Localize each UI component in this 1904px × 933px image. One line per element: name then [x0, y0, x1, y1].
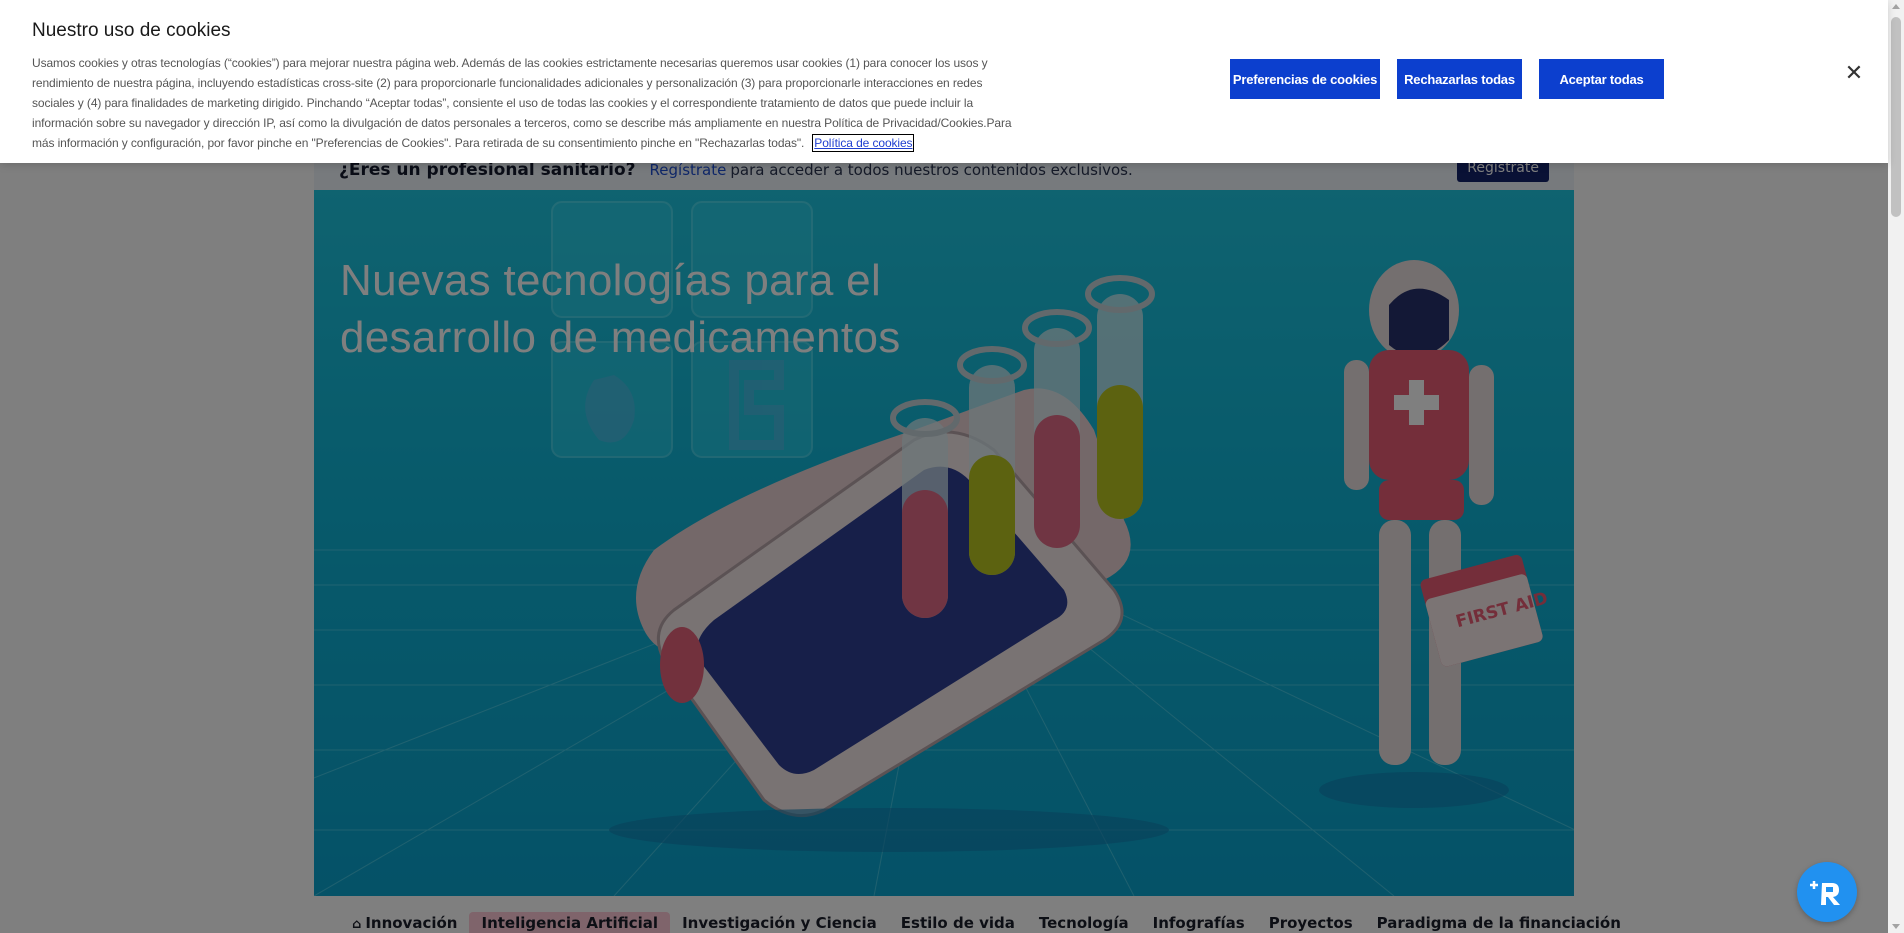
cookie-banner: Nuestro uso de cookies Usamos cookies y …	[0, 0, 1888, 163]
cookie-policy-link[interactable]: Política de cookies	[812, 134, 915, 152]
assistant-icon	[1810, 881, 1840, 905]
accept-all-button[interactable]: Aceptar todas	[1539, 59, 1664, 99]
page-scrollbar[interactable]	[1888, 0, 1904, 933]
scroll-up-arrow-icon[interactable]	[1892, 4, 1900, 9]
cookie-title: Nuestro uso de cookies	[32, 20, 231, 41]
scroll-down-arrow-icon[interactable]	[1892, 924, 1900, 929]
cookie-description: Usamos cookies y otras tecnologías (“coo…	[32, 56, 1012, 152]
cookie-preferences-button[interactable]: Preferencias de cookies	[1230, 59, 1380, 99]
assistant-button[interactable]	[1797, 862, 1857, 922]
reject-all-button[interactable]: Rechazarlas todas	[1397, 59, 1522, 99]
scroll-thumb[interactable]	[1891, 17, 1901, 217]
close-icon[interactable]: ✕	[1844, 63, 1864, 85]
